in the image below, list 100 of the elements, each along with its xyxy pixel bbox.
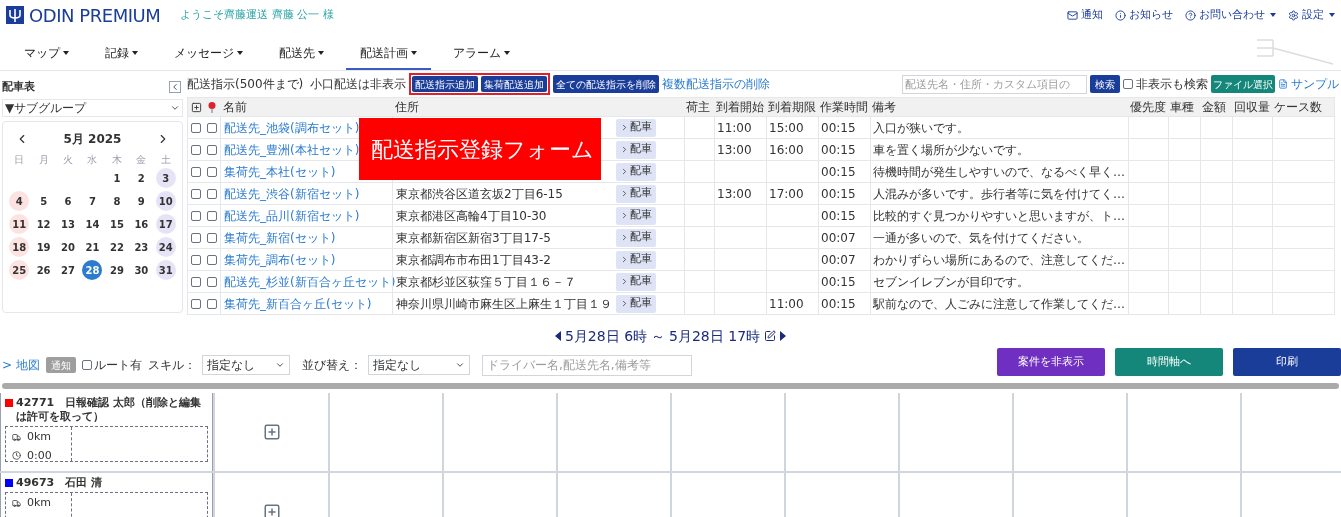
delete-multiple-link[interactable]: 複数配送指示の削除 — [662, 75, 771, 93]
calendar-day[interactable]: 21 — [82, 237, 103, 257]
destination-link[interactable]: 集荷先_新宿(セット) — [224, 228, 336, 247]
row-checkbox[interactable] — [191, 254, 201, 265]
next-range-icon[interactable] — [780, 331, 787, 341]
destination-link[interactable]: 配送先_豊洲(本社セット) — [224, 140, 360, 159]
calendar-day[interactable]: 3 — [155, 168, 176, 188]
pin-checkbox[interactable] — [207, 254, 217, 265]
sample-link[interactable]: サンプル — [1291, 75, 1339, 93]
calendar-day[interactable]: 26 — [33, 260, 54, 280]
sort-select[interactable]: 指定なし — [367, 355, 470, 375]
calendar-day[interactable]: 15 — [106, 214, 127, 234]
action-button[interactable]: 案件を非表示 — [997, 348, 1105, 376]
add-slot-icon[interactable] — [262, 503, 281, 517]
delete-all-button[interactable]: 全ての配送指示を削除 — [553, 75, 660, 93]
dispatch-button[interactable]: 配車 — [616, 206, 656, 225]
add-row-icon[interactable] — [190, 101, 202, 113]
destination-link[interactable]: 集荷先_調布(セット) — [224, 250, 336, 269]
row-checkbox[interactable] — [191, 188, 201, 199]
add-button[interactable]: 集荷配送追加 — [481, 76, 548, 92]
destination-link[interactable]: 集荷先_新百合ヶ丘(セット) — [224, 294, 372, 313]
nav-tab[interactable]: メッセージ — [160, 37, 257, 70]
nav-tab[interactable]: アラーム — [439, 37, 524, 70]
header-link[interactable]: お知らせ — [1115, 6, 1173, 24]
pin-checkbox[interactable] — [207, 232, 217, 243]
calendar-day[interactable]: 11 — [9, 214, 30, 234]
destination-link[interactable]: 配送先_池袋(調布セット) — [224, 118, 360, 137]
row-checkbox[interactable] — [191, 298, 201, 309]
pin-checkbox[interactable] — [207, 276, 217, 287]
row-checkbox[interactable] — [191, 276, 201, 287]
header-link[interactable]: お問い合わせ — [1185, 6, 1276, 24]
search-field[interactable]: 配送先名・住所・カスタム項目の — [902, 74, 1087, 94]
calendar-day[interactable]: 7 — [82, 191, 103, 211]
calendar-day[interactable]: 14 — [82, 214, 103, 234]
row-checkbox[interactable] — [191, 232, 201, 243]
edit-icon[interactable] — [764, 330, 777, 342]
pin-checkbox[interactable] — [207, 210, 217, 221]
calendar-day[interactable]: 19 — [33, 237, 54, 257]
nav-tab[interactable]: 記録 — [91, 37, 152, 70]
calendar-day[interactable]: 1 — [106, 168, 127, 188]
nav-tab[interactable]: 配送先 — [265, 37, 338, 70]
hidden-search-checkbox[interactable] — [1123, 79, 1133, 89]
dispatch-button[interactable]: 配車 — [616, 162, 656, 181]
row-checkbox[interactable] — [191, 122, 201, 133]
calendar-day[interactable]: 18 — [9, 237, 30, 257]
dispatch-button[interactable]: 配車 — [616, 250, 656, 269]
nav-tab[interactable]: 配送計画 — [346, 37, 431, 70]
nav-tab[interactable]: マップ — [10, 37, 83, 70]
calendar-day[interactable]: 8 — [106, 191, 127, 211]
destination-link[interactable]: 集荷先_本社(セット) — [224, 162, 336, 181]
calendar-day[interactable]: 16 — [131, 214, 152, 234]
calendar-day[interactable]: 23 — [131, 237, 152, 257]
calendar-day[interactable]: 12 — [33, 214, 54, 234]
calendar-day[interactable]: 13 — [58, 214, 79, 234]
calendar-day[interactable]: 22 — [106, 237, 127, 257]
pin-checkbox[interactable] — [207, 122, 217, 133]
pin-checkbox[interactable] — [207, 144, 217, 155]
subgroup-select[interactable]: ▼サブグループ — [2, 98, 183, 117]
header-link[interactable]: 設定 — [1288, 6, 1335, 24]
map-link[interactable]: > 地図 — [2, 356, 40, 374]
action-button[interactable]: 印刷 — [1233, 348, 1341, 376]
calendar-day[interactable]: 10 — [155, 191, 176, 211]
dispatch-button[interactable]: 配車 — [616, 294, 656, 313]
driver-search-field[interactable]: ドライバー名,配送先名,備考等 — [481, 354, 692, 376]
file-select-button[interactable]: ファイル選択 — [1211, 75, 1275, 93]
header-link[interactable]: 通知 — [1067, 6, 1103, 24]
pin-checkbox[interactable] — [207, 188, 217, 199]
action-button[interactable]: 時間軸へ — [1115, 348, 1223, 376]
dispatch-button[interactable]: 配車 — [616, 228, 656, 247]
route-checkbox[interactable] — [81, 360, 92, 370]
calendar-day[interactable]: 9 — [131, 191, 152, 211]
calendar-day[interactable]: 25 — [9, 260, 30, 280]
pin-checkbox[interactable] — [207, 166, 217, 177]
add-slot-icon[interactable] — [262, 423, 281, 441]
destination-link[interactable]: 配送先_渋谷(新宿セット) — [224, 184, 360, 203]
add-button[interactable]: 配送指示追加 — [412, 76, 479, 92]
calendar-day[interactable]: 6 — [58, 191, 79, 211]
calendar-day[interactable]: 29 — [106, 260, 127, 280]
scrollbar[interactable] — [2, 383, 1339, 389]
calendar-day[interactable]: 17 — [155, 214, 176, 234]
skill-select[interactable]: 指定なし — [201, 355, 290, 375]
calendar-day[interactable]: 2 — [131, 168, 152, 188]
calendar-day[interactable]: 20 — [58, 237, 79, 257]
calendar-day[interactable]: 28 — [82, 260, 103, 280]
pin-checkbox[interactable] — [207, 298, 217, 309]
row-checkbox[interactable] — [191, 166, 201, 177]
calendar-day[interactable]: 31 — [155, 260, 176, 280]
dispatch-button[interactable]: 配車 — [616, 118, 656, 137]
calendar-day[interactable]: 27 — [58, 260, 79, 280]
destination-link[interactable]: 配送先_品川(新宿セット) — [224, 206, 360, 225]
row-checkbox[interactable] — [191, 210, 201, 221]
dispatch-button[interactable]: 配車 — [616, 272, 656, 291]
calendar-day[interactable]: 4 — [9, 191, 30, 211]
search-button[interactable]: 検索 — [1090, 75, 1120, 93]
collapse-icon[interactable] — [169, 81, 181, 94]
dispatch-button[interactable]: 配車 — [616, 184, 656, 203]
calendar-day[interactable]: 30 — [131, 260, 152, 280]
row-checkbox[interactable] — [191, 144, 201, 155]
dispatch-button[interactable]: 配車 — [616, 140, 656, 159]
previous-range-icon[interactable] — [554, 331, 561, 341]
